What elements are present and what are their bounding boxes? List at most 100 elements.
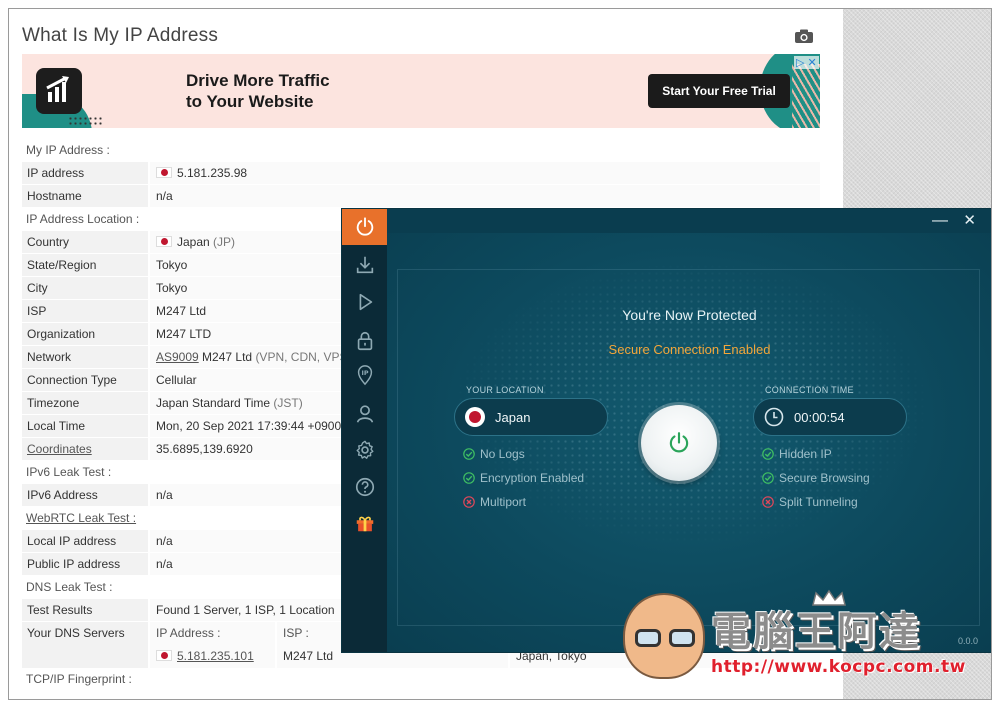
row-label: Public IP address bbox=[22, 553, 148, 575]
ad-headline: Drive More Traffic to Your Website bbox=[186, 70, 330, 112]
feature-label: No Logs bbox=[480, 447, 525, 461]
lock-icon bbox=[357, 331, 372, 351]
gear-icon bbox=[356, 440, 373, 459]
row-label-empty bbox=[22, 645, 148, 668]
dns-server-ip: 5.181.235.101 bbox=[148, 645, 275, 668]
row-label: Local Time bbox=[22, 415, 148, 437]
ad-cta-button[interactable]: Start Your Free Trial bbox=[648, 74, 790, 108]
japan-flag-icon bbox=[156, 650, 172, 661]
status-title: You're Now Protected bbox=[622, 307, 757, 323]
row-label: IP address bbox=[22, 162, 148, 184]
nav-play[interactable] bbox=[342, 284, 387, 320]
minimize-icon[interactable]: — bbox=[932, 213, 948, 229]
site-watermark: 電腦王阿達 http://www.kocpc.com.tw bbox=[623, 589, 973, 689]
webrtc-link[interactable]: WebRTC Leak Test : bbox=[26, 511, 136, 525]
coordinates-link[interactable]: Coordinates bbox=[27, 442, 92, 456]
japan-flag-icon bbox=[156, 236, 172, 247]
mascot-avatar bbox=[623, 593, 705, 679]
growth-chart-icon bbox=[46, 76, 69, 102]
download-icon bbox=[356, 256, 373, 274]
table-row: Hostname n/a bbox=[22, 185, 820, 208]
section-my-ip: My IP Address : bbox=[26, 143, 110, 157]
nav-gift[interactable] bbox=[342, 505, 387, 541]
page-title: What Is My IP Address bbox=[22, 25, 219, 46]
svg-text:IP: IP bbox=[361, 369, 368, 377]
country-value: Japan bbox=[177, 235, 210, 249]
watermark-title: 電腦王阿達 bbox=[711, 609, 921, 655]
nav-settings[interactable] bbox=[342, 432, 387, 468]
row-label: Hostname bbox=[22, 185, 148, 207]
vpn-titlebar: — ✕ bbox=[387, 209, 991, 233]
watermark-url: http://www.kocpc.com.tw bbox=[711, 657, 966, 677]
nav-account[interactable] bbox=[342, 396, 387, 432]
table-row: IP address 5.181.235.98 bbox=[22, 162, 820, 185]
feature-label: Encryption Enabled bbox=[480, 471, 585, 485]
row-label: Timezone bbox=[22, 392, 148, 414]
help-icon bbox=[355, 477, 374, 497]
play-icon bbox=[359, 293, 372, 311]
screenshot-frame: What Is My IP Address Drive More Traffic bbox=[8, 8, 992, 700]
connection-time-label: CONNECTION TIME bbox=[765, 385, 854, 395]
network-value: M247 Ltd bbox=[202, 350, 253, 364]
row-label: Network bbox=[22, 346, 148, 368]
connection-time-value: 00:00:54 bbox=[794, 409, 845, 425]
check-icon bbox=[762, 472, 774, 484]
feature-item: Secure Browsing bbox=[762, 471, 870, 485]
feature-label: Split Tunneling bbox=[779, 495, 858, 509]
row-label: City bbox=[22, 277, 148, 299]
ad-dots bbox=[68, 116, 104, 126]
ad-banner[interactable]: Drive More Traffic to Your Website Start… bbox=[22, 54, 820, 128]
ad-logo bbox=[36, 68, 82, 114]
clock-icon bbox=[764, 407, 784, 427]
row-label: ISP bbox=[22, 300, 148, 322]
row-value: 5.181.235.98 bbox=[148, 162, 820, 184]
connection-timer: 00:00:54 bbox=[753, 398, 907, 436]
nav-help[interactable] bbox=[342, 469, 387, 505]
nav-power[interactable] bbox=[342, 209, 387, 245]
nav-ip-locations[interactable]: IP bbox=[342, 357, 387, 393]
row-label: Organization bbox=[22, 323, 148, 345]
row-label: Coordinates bbox=[22, 438, 148, 460]
ip-pin-icon: IP bbox=[357, 365, 372, 386]
timezone-abbr: (JST) bbox=[273, 396, 303, 410]
row-label: Local IP address bbox=[22, 530, 148, 552]
user-icon bbox=[356, 405, 373, 423]
row-value: n/a bbox=[148, 185, 820, 207]
row-label: IPv6 Address bbox=[22, 484, 148, 506]
row-label: Connection Type bbox=[22, 369, 148, 391]
dns-ip-link[interactable]: 5.181.235.101 bbox=[177, 649, 254, 663]
row-label: Test Results bbox=[22, 599, 148, 621]
cross-icon bbox=[762, 496, 774, 508]
connect-power-button[interactable] bbox=[641, 405, 717, 481]
power-icon bbox=[669, 432, 689, 453]
feature-item: Multiport bbox=[463, 495, 526, 509]
close-icon[interactable]: ✕ bbox=[963, 213, 976, 229]
row-label: Country bbox=[22, 231, 148, 253]
check-icon bbox=[762, 448, 774, 460]
location-selector[interactable]: Japan bbox=[454, 398, 608, 436]
ad-headline-line-2: to Your Website bbox=[186, 92, 314, 111]
check-icon bbox=[463, 472, 475, 484]
camera-icon[interactable] bbox=[795, 29, 813, 43]
asn-link[interactable]: AS9009 bbox=[156, 350, 199, 364]
location-value: Japan bbox=[495, 409, 531, 425]
mascot-glasses-right bbox=[669, 629, 695, 647]
feature-label: Hidden IP bbox=[779, 447, 832, 461]
ip-value: 5.181.235.98 bbox=[177, 166, 248, 180]
check-icon bbox=[463, 448, 475, 460]
dns-col-ip-header: IP Address : bbox=[148, 622, 275, 645]
adchoices-icon[interactable]: ▷ ✕ bbox=[794, 56, 819, 69]
status-subtitle: Secure Connection Enabled bbox=[608, 342, 771, 357]
gift-icon bbox=[356, 516, 373, 532]
feature-item: Encryption Enabled bbox=[463, 471, 584, 485]
country-code: (JP) bbox=[213, 235, 236, 249]
row-label: State/Region bbox=[22, 254, 148, 276]
japan-flag-icon bbox=[156, 167, 172, 178]
ad-headline-line-1: Drive More Traffic bbox=[186, 71, 330, 90]
nav-lock[interactable] bbox=[342, 323, 387, 359]
feature-label: Multiport bbox=[480, 495, 527, 509]
power-icon bbox=[356, 217, 373, 236]
nav-download[interactable] bbox=[342, 247, 387, 283]
feature-item: Split Tunneling bbox=[762, 495, 858, 509]
row-label: Your DNS Servers bbox=[22, 622, 148, 645]
